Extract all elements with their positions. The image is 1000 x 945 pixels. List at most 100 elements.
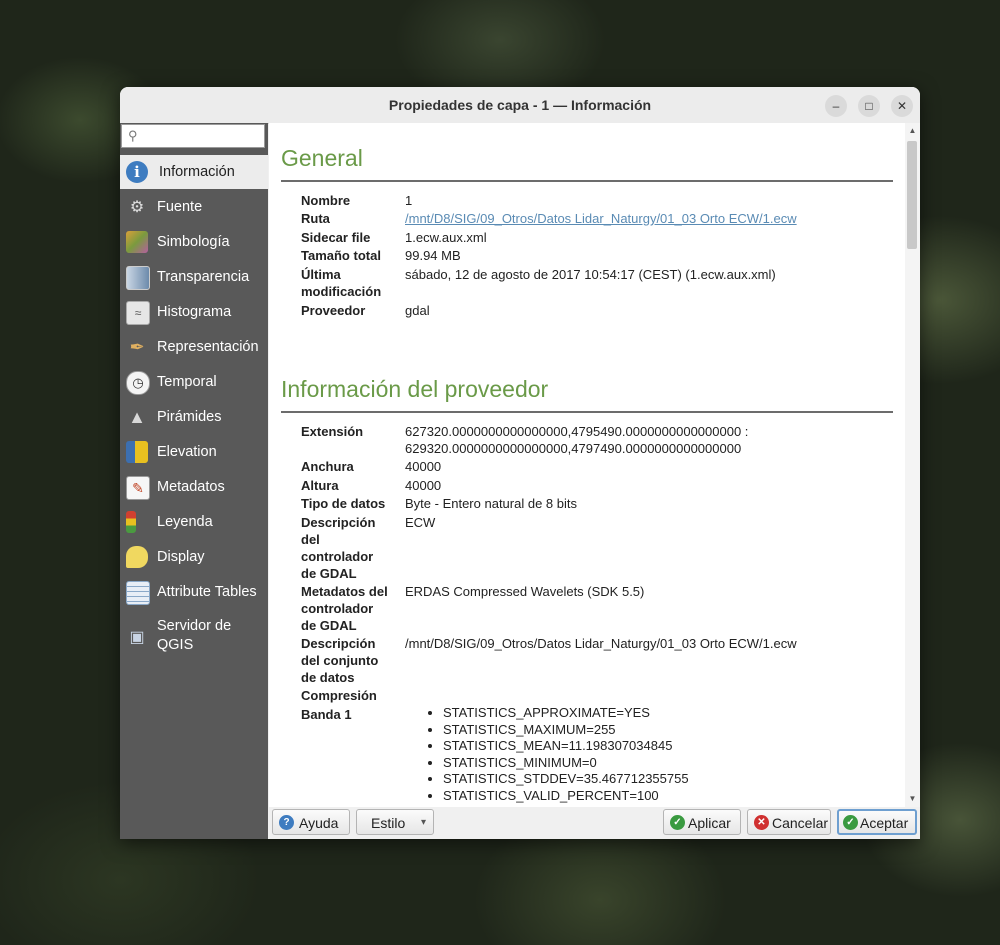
sidebar-item-elevation[interactable]: Elevation	[120, 435, 268, 469]
sidebar-item-informacion[interactable]: i Información	[120, 155, 268, 189]
field-label: Proveedor	[301, 303, 366, 318]
window-title: Propiedades de capa - 1 — Información	[388, 97, 652, 113]
sidebar: ⚲ i Información ⚙ Fuente Simbología Tran…	[120, 123, 268, 839]
list-item: STATISTICS_MINIMUM=0	[443, 755, 689, 772]
path-link[interactable]: /mnt/D8/SIG/09_Otros/Datos Lidar_Naturgy…	[405, 210, 885, 227]
pyramid-icon: ▲	[128, 406, 146, 427]
button-bar: ? Ayuda Estilo ▾ ✓ Aplicar ✕ Cancelar ✓ …	[269, 807, 920, 839]
sidebar-item-label: Fuente	[157, 199, 203, 215]
info-content[interactable]: General Nombre 1 Ruta /mnt/D8/SIG/09_Otr…	[269, 123, 905, 807]
field-label: Altura	[301, 478, 339, 493]
field-value: /mnt/D8/SIG/09_Otros/Datos Lidar_Naturgy…	[405, 636, 797, 651]
sidebar-item-histograma[interactable]: ≈ Histograma	[120, 295, 268, 329]
check-icon: ✓	[670, 815, 685, 830]
sidebar-item-label: Attribute Tables	[157, 584, 257, 600]
section-heading-provider: Información del proveedor	[281, 376, 549, 402]
field-value: 1	[405, 193, 413, 208]
field-value: 1.ecw.aux.xml	[405, 230, 487, 245]
sidebar-item-metadatos[interactable]: ✎ Metadatos	[120, 470, 268, 504]
legend-icon	[126, 511, 136, 533]
apply-button[interactable]: ✓ Aplicar	[663, 809, 741, 835]
sidebar-item-servidor-qgis[interactable]: ▣ Servidor de QGIS	[120, 610, 268, 664]
field-value: gdal	[405, 303, 430, 318]
metadata-icon: ✎	[126, 476, 150, 500]
field-value: sábado, 12 de agosto de 2017 10:54:17 (C…	[405, 267, 776, 282]
sidebar-item-label: Simbología	[157, 234, 230, 250]
cancel-icon: ✕	[754, 815, 769, 830]
search-input[interactable]	[144, 127, 266, 147]
server-icon: ▣	[129, 629, 145, 646]
field-label: Última modificación	[301, 267, 382, 299]
sidebar-item-simbologia[interactable]: Simbología	[120, 225, 268, 259]
sidebar-item-label: Información	[159, 164, 235, 180]
sidebar-item-label: Temporal	[157, 374, 217, 390]
close-button[interactable]: ✕	[891, 95, 913, 117]
field-label: Tipo de datos	[301, 496, 386, 511]
display-icon	[126, 546, 148, 568]
field-value: Byte - Entero natural de 8 bits	[405, 496, 577, 511]
field-label: Sidecar file	[301, 230, 371, 245]
paint-icon	[126, 231, 148, 253]
button-label: Aceptar	[860, 815, 909, 831]
sidebar-item-representacion[interactable]: ✒ Representación	[120, 330, 268, 364]
sidebar-item-fuente[interactable]: ⚙ Fuente	[120, 190, 268, 224]
sidebar-item-label: Pirámides	[157, 409, 222, 425]
help-button[interactable]: ? Ayuda	[272, 809, 350, 835]
vertical-scrollbar[interactable]: ▲ ▼	[905, 123, 920, 807]
field-label: Descripción del controlador de GDAL	[301, 515, 376, 581]
list-item: STATISTICS_APPROXIMATE=YES	[443, 705, 689, 722]
search-box[interactable]: ⚲	[121, 124, 266, 148]
maximize-button[interactable]: □	[858, 95, 880, 117]
list-item: STATISTICS_STDDEV=35.467712355755	[443, 771, 689, 788]
field-label: Ruta	[301, 211, 330, 226]
field-value: 40000	[405, 459, 442, 474]
field-label: Descripción del conjunto de datos	[301, 636, 379, 685]
elevation-icon	[126, 441, 148, 463]
ok-button[interactable]: ✓ Aceptar	[837, 809, 917, 835]
field-label: Nombre	[301, 193, 351, 208]
style-dropdown-button[interactable]: Estilo ▾	[356, 809, 434, 835]
sidebar-item-piramides[interactable]: ▲ Pirámides	[120, 400, 268, 434]
sidebar-item-temporal[interactable]: ◷ Temporal	[120, 365, 268, 399]
list-item: STATISTICS_VALID_PERCENT=100	[443, 788, 689, 805]
sidebar-item-label: Elevation	[157, 444, 217, 460]
sidebar-item-label: Histograma	[157, 304, 232, 320]
sidebar-item-label: Metadatos	[157, 479, 225, 495]
sidebar-item-label: Servidor de QGIS	[157, 618, 232, 653]
band1-statistics-list: STATISTICS_APPROXIMATE=YES STATISTICS_MA…	[405, 705, 689, 805]
field-label: Tamaño total	[301, 248, 381, 263]
section-divider	[281, 180, 893, 182]
sidebar-item-display[interactable]: Display	[120, 540, 268, 574]
scroll-up-icon[interactable]: ▲	[905, 126, 920, 135]
sidebar-item-attribute-tables[interactable]: Attribute Tables	[120, 575, 268, 609]
clock-icon: ◷	[126, 371, 150, 395]
field-label: Anchura	[301, 459, 354, 474]
field-label: Extensión	[301, 424, 364, 439]
minimize-button[interactable]: –	[825, 95, 847, 117]
scroll-down-icon[interactable]: ▼	[905, 794, 920, 803]
scroll-thumb[interactable]	[907, 141, 917, 249]
sidebar-item-leyenda[interactable]: Leyenda	[120, 505, 268, 539]
cancel-button[interactable]: ✕ Cancelar	[747, 809, 831, 835]
field-value: ECW	[405, 515, 436, 530]
title-bar[interactable]: Propiedades de capa - 1 — Información – …	[120, 87, 920, 124]
sidebar-item-transparencia[interactable]: Transparencia	[120, 260, 268, 294]
help-icon: ?	[279, 815, 294, 830]
sidebar-item-label: Display	[157, 549, 205, 565]
check-icon: ✓	[843, 815, 858, 830]
list-item: STATISTICS_MEAN=11.198307034845	[443, 738, 689, 755]
search-icon: ⚲	[128, 128, 138, 143]
chevron-down-icon: ▾	[421, 817, 427, 828]
sidebar-item-label: Representación	[157, 339, 259, 355]
section-heading-general: General	[281, 145, 363, 171]
field-value: 627320.0000000000000000,4795490.00000000…	[405, 424, 749, 456]
histogram-icon: ≈	[126, 301, 150, 325]
layer-properties-dialog: Propiedades de capa - 1 — Información – …	[120, 87, 920, 839]
button-label: Ayuda	[299, 815, 339, 831]
sidebar-item-label: Transparencia	[157, 269, 250, 285]
button-label: Cancelar	[772, 815, 829, 831]
field-value: 40000	[405, 478, 442, 493]
field-value: 99.94 MB	[405, 248, 461, 263]
button-label: Aplicar	[688, 815, 731, 831]
field-value: ERDAS Compressed Wavelets (SDK 5.5)	[405, 584, 645, 599]
